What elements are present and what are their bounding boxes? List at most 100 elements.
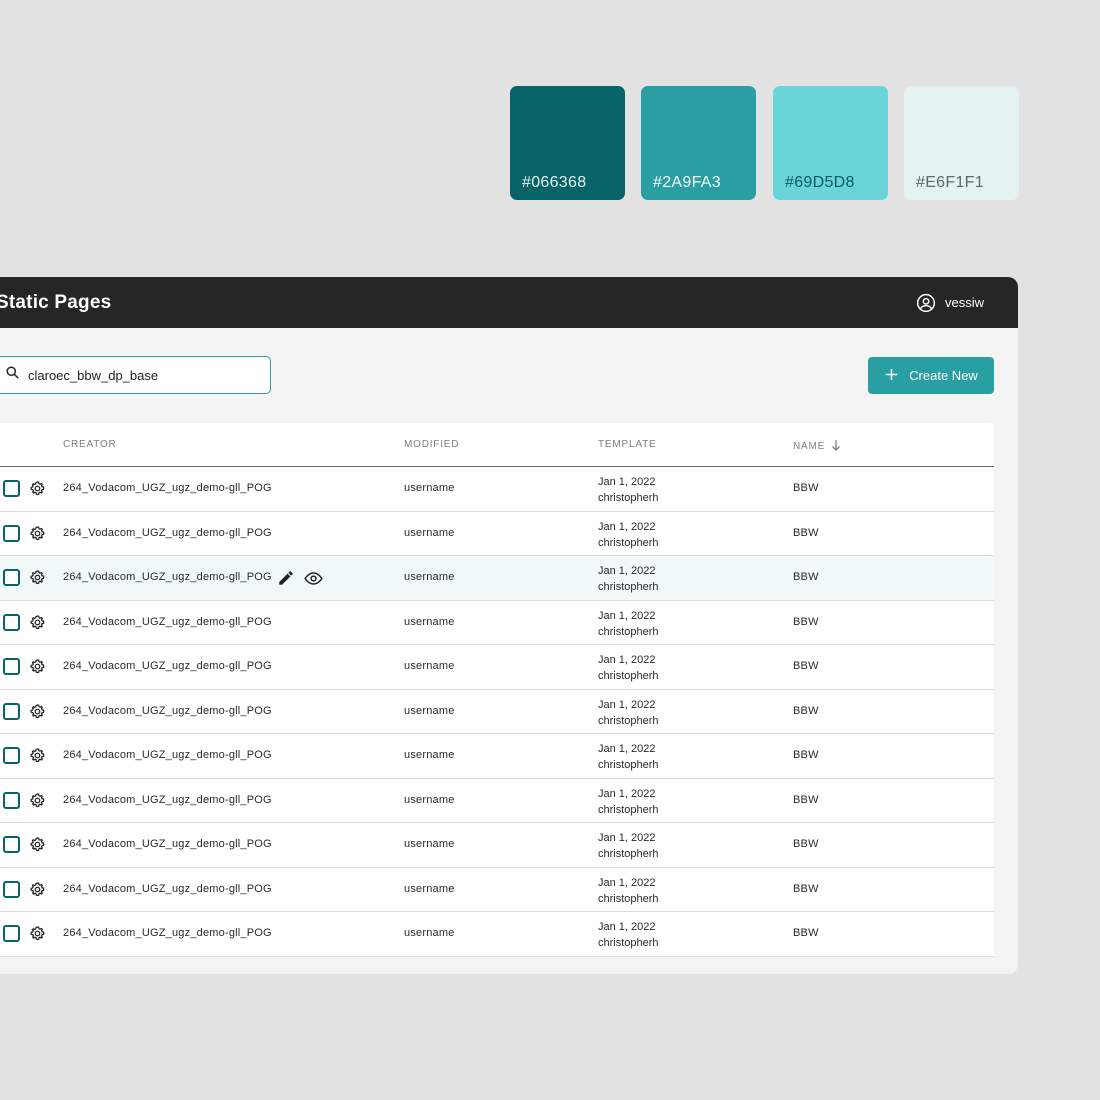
row-checkbox[interactable] [3, 747, 20, 764]
table-row[interactable]: 264_Vodacom_UGZ_ugz_demo-gll_POG username… [0, 867, 994, 912]
gear-icon[interactable] [29, 480, 46, 500]
modified-cell: username [404, 615, 455, 628]
gear-icon[interactable] [29, 525, 46, 545]
template-date: Jan 1, 2022 [598, 743, 656, 755]
name-cell: BBW [793, 615, 819, 628]
creator-cell: 264_Vodacom_UGZ_ugz_demo-gll_POG [63, 882, 272, 895]
name-cell: BBW [793, 482, 819, 494]
column-label: NAME [793, 441, 826, 452]
pages-table: CREATOR MODIFIED TEMPLATE NAME 264_Vodac… [0, 423, 994, 957]
user-menu[interactable]: vessiw [916, 293, 984, 313]
gear-icon[interactable] [29, 792, 46, 812]
row-checkbox[interactable] [3, 791, 20, 809]
table-row[interactable]: 264_Vodacom_UGZ_ugz_demo-gll_POG username… [0, 511, 994, 556]
gear-icon[interactable] [29, 614, 46, 634]
creator-cell: 264_Vodacom_UGZ_ugz_demo-gll_POG [63, 615, 272, 628]
edit-icon[interactable] [277, 569, 295, 590]
gear-icon[interactable] [29, 925, 46, 945]
template-user: christopherh [598, 581, 659, 593]
table-row[interactable]: 264_Vodacom_UGZ_ugz_demo-gll_POG username… [0, 556, 994, 601]
template-date: Jan 1, 2022 [598, 565, 656, 577]
template-cell: Jan 1, 2022 christopherh [598, 652, 659, 684]
swatch-label: #69D5D8 [785, 174, 855, 191]
column-label: MODIFIED [404, 439, 460, 450]
search-icon [5, 365, 20, 385]
template-date: Jan 1, 2022 [598, 654, 656, 666]
color-swatch: #2A9FA3 [641, 86, 756, 200]
row-checkbox[interactable] [3, 702, 20, 720]
search-input[interactable] [28, 367, 248, 383]
template-date: Jan 1, 2022 [598, 698, 656, 711]
row-checkbox[interactable] [3, 480, 20, 497]
creator-cell: 264_Vodacom_UGZ_ugz_demo-gll_POG [63, 571, 272, 583]
table-body: 264_Vodacom_UGZ_ugz_demo-gll_POG username… [0, 467, 994, 957]
modified-cell: username [404, 571, 455, 583]
creator-cell: 264_Vodacom_UGZ_ugz_demo-gll_POG [63, 838, 272, 850]
modified-cell: username [404, 838, 455, 850]
create-new-button[interactable]: Create New [868, 357, 994, 394]
swatch-label: #2A9FA3 [653, 174, 721, 191]
gear-icon[interactable] [29, 881, 46, 901]
template-cell: Jan 1, 2022 christopherh [598, 919, 659, 951]
table-row[interactable]: 264_Vodacom_UGZ_ugz_demo-gll_POG username… [0, 645, 994, 690]
template-user: christopherh [598, 759, 659, 771]
row-checkbox[interactable] [3, 613, 20, 631]
table-row[interactable]: 264_Vodacom_UGZ_ugz_demo-gll_POG username… [0, 600, 994, 645]
template-user: christopherh [598, 670, 659, 682]
table-row[interactable]: 264_Vodacom_UGZ_ugz_demo-gll_POG username… [0, 689, 994, 734]
template-date: Jan 1, 2022 [598, 921, 656, 933]
template-user: christopherh [598, 803, 659, 816]
template-user: christopherh [598, 848, 659, 860]
gear-icon[interactable] [29, 703, 46, 723]
creator-cell: 264_Vodacom_UGZ_ugz_demo-gll_POG [63, 927, 272, 939]
column-header-creator[interactable]: CREATOR [63, 439, 117, 450]
template-date: Jan 1, 2022 [598, 832, 656, 844]
column-header-name[interactable]: NAME [793, 439, 841, 454]
name-cell: BBW [793, 882, 819, 895]
template-cell: Jan 1, 2022 christopherh [598, 519, 659, 551]
template-cell: Jan 1, 2022 christopherh [598, 608, 659, 640]
table-row[interactable]: 264_Vodacom_UGZ_ugz_demo-gll_POG username… [0, 912, 994, 957]
name-cell: BBW [793, 526, 819, 539]
template-cell: Jan 1, 2022 christopherh [598, 875, 659, 907]
template-user: christopherh [598, 892, 659, 905]
creator-cell: 264_Vodacom_UGZ_ugz_demo-gll_POG [63, 660, 272, 672]
color-swatch: #E6F1F1 [904, 86, 1019, 200]
template-date: Jan 1, 2022 [598, 520, 656, 533]
color-swatch: #69D5D8 [773, 86, 888, 200]
column-header-modified[interactable]: MODIFIED [404, 439, 459, 450]
template-date: Jan 1, 2022 [598, 609, 656, 622]
modified-cell: username [404, 704, 455, 717]
app-window: Static Pages vessiw claroec_bbw_dp_base … [0, 277, 1018, 974]
canvas: #066368 #2A9FA3 #69D5D8 #E6F1F1 Static P… [0, 0, 1100, 1100]
arrow-down-icon [831, 439, 841, 454]
row-checkbox[interactable] [3, 658, 20, 675]
creator-cell: 264_Vodacom_UGZ_ugz_demo-gll_POG [63, 482, 272, 494]
gear-icon[interactable] [29, 569, 46, 589]
modified-cell: username [404, 526, 455, 539]
row-checkbox[interactable] [3, 569, 20, 586]
table-row[interactable]: 264_Vodacom_UGZ_ugz_demo-gll_POG username… [0, 467, 994, 512]
name-cell: BBW [793, 927, 819, 939]
gear-icon[interactable] [29, 747, 46, 767]
table-header: CREATOR MODIFIED TEMPLATE NAME [0, 423, 994, 467]
gear-icon[interactable] [29, 658, 46, 678]
row-checkbox[interactable] [3, 880, 20, 898]
table-row[interactable]: 264_Vodacom_UGZ_ugz_demo-gll_POG username… [0, 823, 994, 868]
swatch-label: #E6F1F1 [916, 174, 984, 191]
account-circle-icon [916, 293, 936, 313]
creator-cell: 264_Vodacom_UGZ_ugz_demo-gll_POG [63, 704, 272, 717]
table-row[interactable]: 264_Vodacom_UGZ_ugz_demo-gll_POG username… [0, 778, 994, 823]
plus-icon [884, 367, 899, 385]
row-checkbox[interactable] [3, 524, 20, 542]
color-swatch: #066368 [510, 86, 625, 200]
gear-icon[interactable] [29, 836, 46, 856]
name-cell: BBW [793, 793, 819, 806]
row-checkbox[interactable] [3, 836, 20, 853]
column-header-template[interactable]: TEMPLATE [598, 439, 656, 450]
row-checkbox[interactable] [3, 925, 20, 942]
eye-icon[interactable] [304, 569, 323, 591]
modified-cell: username [404, 482, 455, 494]
table-row[interactable]: 264_Vodacom_UGZ_ugz_demo-gll_POG username… [0, 734, 994, 779]
search-field[interactable] [0, 356, 271, 394]
